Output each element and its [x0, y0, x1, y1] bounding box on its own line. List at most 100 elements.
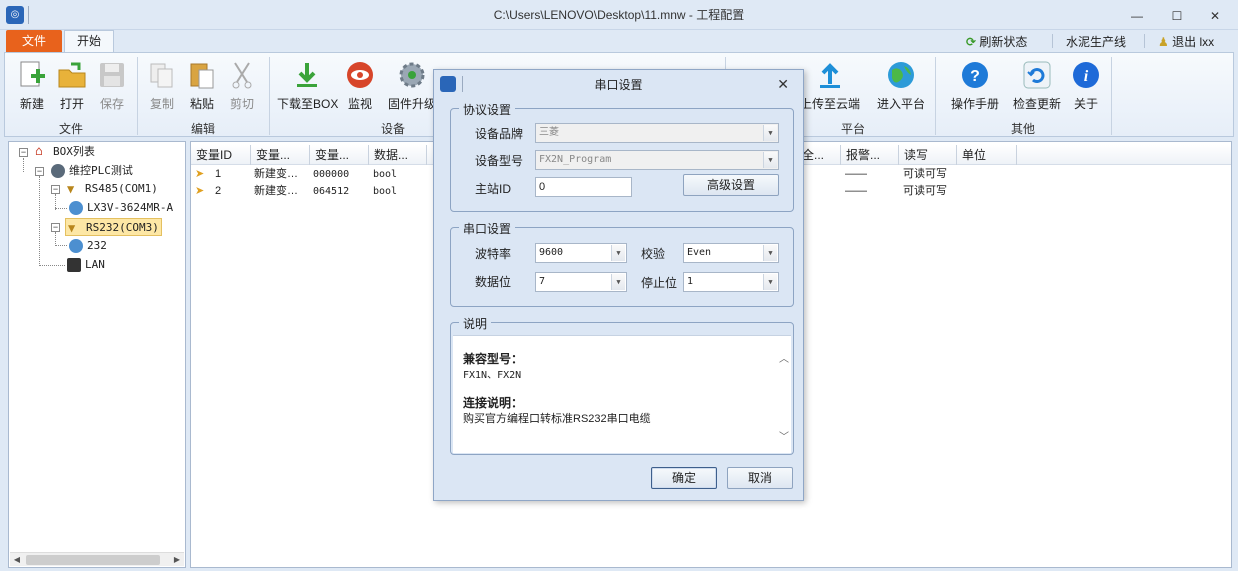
cell-address: 064512 — [313, 186, 350, 197]
tree-collapse-toggle[interactable]: − — [35, 167, 44, 176]
tree-line — [55, 208, 67, 209]
firmware-label: 固件升级 — [387, 97, 436, 111]
data-bits-label: 数据位 — [475, 275, 512, 289]
plc-icon — [69, 201, 83, 215]
refresh-icon — [1021, 59, 1053, 91]
tree-node-lan[interactable]: LAN — [67, 256, 105, 274]
tree-node-label: LX3V-3624MR-A — [87, 201, 174, 214]
new-file-icon — [16, 59, 48, 91]
tree-line — [55, 232, 56, 246]
tree-node-box-list[interactable]: ⌂ BOX列表 — [35, 143, 95, 161]
scrollbar-thumb[interactable] — [26, 555, 160, 565]
description-textarea[interactable]: 兼容型号： FX1N、FX2N 连接说明： 购买官方编程口转标准RS232串口电… — [453, 335, 791, 453]
column-header[interactable]: 报警... — [841, 145, 899, 165]
enter-platform-button[interactable]: 进入平台 — [871, 59, 931, 115]
plc-icon — [69, 239, 83, 253]
svg-text:i: i — [1084, 68, 1089, 85]
serial-settings-group: 串口设置 波特率 9600 ▼ 校验 Even ▼ 数据位 7 ▼ 停止位 1 … — [450, 220, 794, 307]
svg-text:?: ? — [970, 68, 980, 85]
baud-rate-value: 9600 — [539, 247, 564, 258]
tree-node-label: BOX列表 — [53, 145, 95, 158]
window-title: C:\Users\LENOVO\Desktop\11.mnw - 工程配置 — [493, 8, 745, 22]
logout-button[interactable]: ♟ 退出 lxx — [1158, 32, 1214, 52]
upload-to-cloud-button[interactable]: 上传至云端 — [799, 59, 861, 115]
manual-button[interactable]: ? 操作手册 — [945, 59, 1005, 115]
upload-label: 上传至云端 — [799, 97, 860, 111]
cut-button[interactable]: 剪切 — [215, 59, 269, 115]
tree-node-label: RS232(COM3) — [86, 221, 159, 234]
dialog-title-bar[interactable]: 串口设置 ✕ — [434, 70, 803, 98]
tree-node-rs485[interactable]: ▼ RS485(COM1) — [67, 180, 158, 198]
brand-select[interactable]: 三菱 ▼ — [535, 123, 779, 143]
upload-icon — [814, 59, 846, 91]
scroll-right-arrow[interactable]: ▶ — [170, 553, 184, 567]
model-select[interactable]: FX2N_Program ▼ — [535, 150, 779, 170]
refresh-status-button[interactable]: ⟳ 刷新状态 — [966, 32, 1027, 52]
group-legend: 协议设置 — [459, 101, 516, 118]
tree-node-rs232[interactable]: ▼ RS232(COM3) — [65, 218, 162, 236]
tree-node-label: RS485(COM1) — [85, 182, 158, 195]
tab-file[interactable]: 文件 — [6, 30, 62, 52]
about-button[interactable]: i 关于 — [1059, 59, 1113, 115]
stop-bits-select[interactable]: 1 ▼ — [683, 272, 779, 292]
scroll-down-icon[interactable]: ﹀ — [779, 428, 789, 443]
tree-line — [39, 176, 40, 266]
download-to-box-button[interactable]: 下载至BOX — [277, 59, 338, 115]
tree-line — [39, 265, 65, 266]
column-header[interactable]: 读写 — [899, 145, 957, 165]
data-bits-select[interactable]: 7 ▼ — [535, 272, 627, 292]
cell-alarm: —— — [845, 168, 867, 180]
cut-label: 剪切 — [229, 97, 254, 111]
minimize-button[interactable]: — — [1128, 8, 1146, 24]
copy-icon — [146, 59, 178, 91]
save-button[interactable]: 保存 — [85, 59, 139, 115]
parity-label: 校验 — [641, 247, 666, 261]
scroll-left-arrow[interactable]: ◀ — [10, 553, 24, 567]
tree-line — [55, 245, 67, 246]
firmware-upgrade-button[interactable]: 固件升级 — [385, 59, 439, 115]
check-update-label: 检查更新 — [1012, 97, 1061, 111]
cell-address: 000000 — [313, 169, 350, 180]
paste-icon — [186, 59, 218, 91]
variable-icon: ➤ — [195, 168, 205, 180]
column-header[interactable]: 单位 — [957, 145, 1017, 165]
model-value: FX2N_Program — [539, 154, 612, 165]
monitor-button[interactable]: 监视 — [333, 59, 387, 115]
box-tree-panel: − ⌂ BOX列表 − 维控PLC测试 − ▼ RS485(COM1) LX3V-3… — [8, 141, 186, 568]
chevron-down-icon: ▼ — [763, 152, 777, 168]
column-header[interactable]: 变量ID — [191, 145, 251, 165]
separator — [1052, 34, 1053, 48]
baud-rate-select[interactable]: 9600 ▼ — [535, 243, 627, 263]
scroll-up-icon[interactable]: ︿ — [779, 350, 789, 365]
check-update-button[interactable]: 检查更新 — [1007, 59, 1067, 115]
column-header[interactable]: 数据... — [369, 145, 427, 165]
tab-start[interactable]: 开始 — [64, 30, 114, 53]
column-header[interactable]: 变量... — [310, 145, 369, 165]
maximize-button[interactable]: ☐ — [1168, 8, 1186, 24]
tree-horizontal-scrollbar[interactable]: ◀ ▶ — [10, 552, 184, 566]
connection-title: 连接说明： — [463, 396, 524, 410]
dialog-close-icon[interactable]: ✕ — [777, 76, 789, 93]
brand-label: 设备品牌 — [475, 127, 524, 141]
production-line-label[interactable]: 水泥生产线 — [1066, 32, 1126, 52]
station-id-input[interactable]: 0 — [535, 177, 632, 197]
tree-node-project[interactable]: 维控PLC测试 — [51, 162, 133, 180]
gear-icon — [396, 59, 428, 91]
tree-node-device-lx3v[interactable]: LX3V-3624MR-A — [69, 199, 173, 217]
parity-select[interactable]: Even ▼ — [683, 243, 779, 263]
tree-collapse-toggle[interactable]: − — [19, 148, 28, 157]
refresh-icon: ⟳ — [966, 35, 977, 49]
tree-node-label: 维控PLC测试 — [69, 164, 133, 177]
advanced-settings-button[interactable]: 高级设置 — [683, 174, 779, 196]
monitor-label: 监视 — [347, 97, 372, 111]
ok-button[interactable]: 确定 — [651, 467, 717, 489]
column-header[interactable]: 变量... — [251, 145, 310, 165]
dialog-title: 串口设置 — [594, 78, 643, 92]
tree-collapse-toggle[interactable]: − — [51, 223, 60, 232]
tree-node-device-232[interactable]: 232 — [69, 237, 107, 255]
tree-collapse-toggle[interactable]: − — [51, 185, 60, 194]
close-button[interactable]: ✕ — [1206, 8, 1224, 24]
cell-readwrite: 可读可写 — [903, 168, 947, 180]
cancel-button[interactable]: 取消 — [727, 467, 793, 489]
ribbon-tab-row: 文件 开始 ⟳ 刷新状态 水泥生产线 ♟ 退出 lxx — [0, 30, 1238, 53]
